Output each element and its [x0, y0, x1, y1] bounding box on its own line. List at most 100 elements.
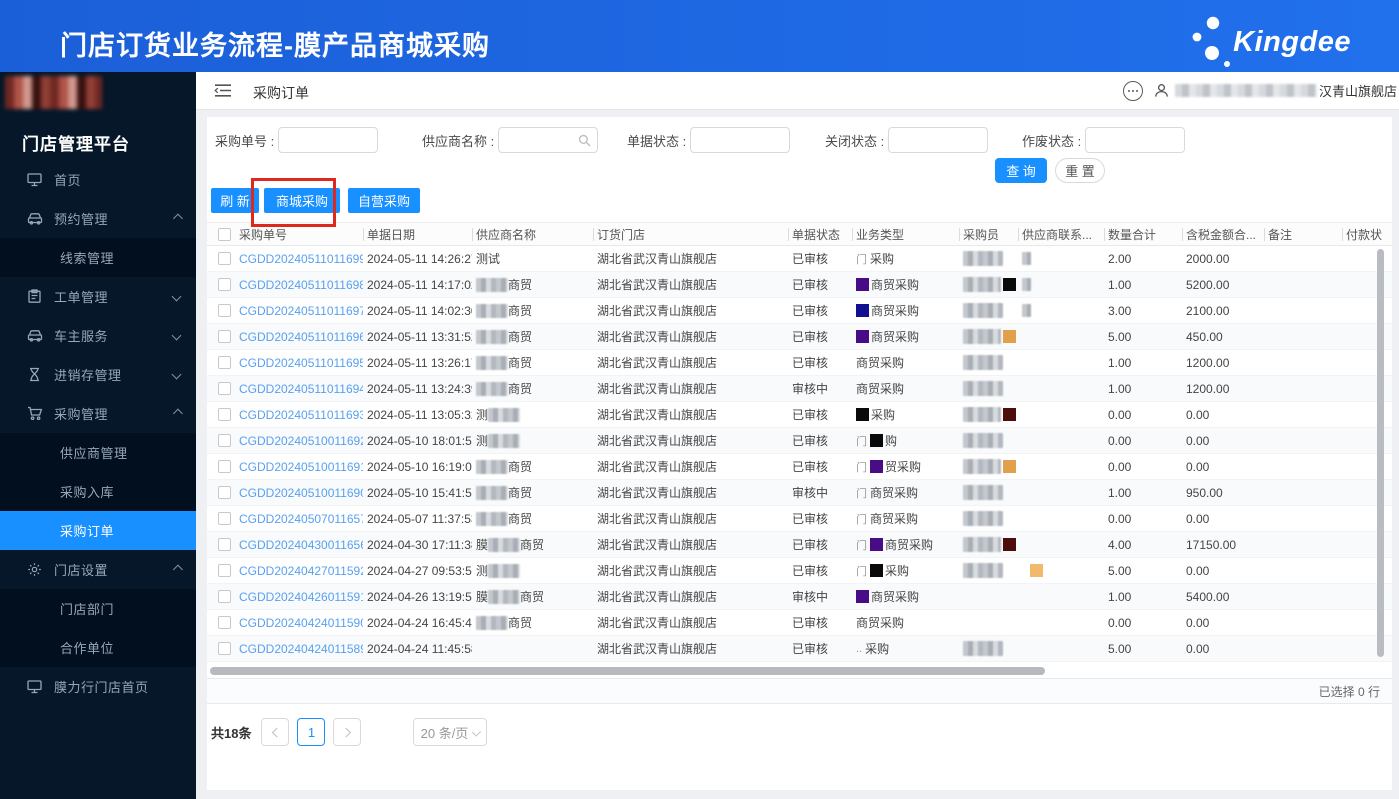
- order-number-link[interactable]: CGDD20240511011695: [239, 356, 363, 370]
- row-checkbox[interactable]: [218, 408, 231, 421]
- order-number-link[interactable]: CGDD20240511011699: [239, 252, 363, 266]
- supplier-contact: [1018, 532, 1104, 557]
- row-checkbox[interactable]: [218, 330, 231, 343]
- table-row: CGDD20240424011589 2024-04-24 11:45:58 湖北省…: [207, 636, 1392, 662]
- quantity-total: 1.00: [1108, 589, 1132, 604]
- row-checkbox[interactable]: [218, 642, 231, 655]
- menu-collapse-icon[interactable]: [214, 83, 232, 103]
- horizontal-scrollbar-thumb[interactable]: [210, 667, 1045, 675]
- sidebar-item-10[interactable]: 门店设置: [0, 550, 196, 589]
- row-checkbox[interactable]: [218, 304, 231, 317]
- order-number-link[interactable]: CGDD20240511011698: [239, 278, 363, 292]
- row-checkbox[interactable]: [218, 486, 231, 499]
- quantity-total: 1.00: [1108, 355, 1132, 370]
- order-number-link[interactable]: CGDD20240426011591: [239, 590, 363, 604]
- monitor-icon: [27, 172, 43, 188]
- row-checkbox[interactable]: [218, 564, 231, 577]
- select-all-checkbox[interactable]: [218, 227, 231, 241]
- payment-status: [1342, 532, 1392, 557]
- sidebar-subitem-2[interactable]: 线索管理: [0, 238, 196, 277]
- business-type: 商贸采购: [856, 616, 905, 630]
- filter-input-3[interactable]: [889, 128, 988, 152]
- tax-amount-total: 5400.00: [1186, 589, 1230, 604]
- column-header-2: 单据日期: [363, 223, 472, 245]
- sidebar-item-0[interactable]: 首页: [0, 160, 196, 199]
- remark: [1264, 454, 1342, 479]
- row-checkbox[interactable]: [218, 512, 231, 525]
- order-number-link[interactable]: CGDD20240511011693: [239, 408, 363, 422]
- order-date: 2024-05-11 14:26:27: [367, 251, 472, 266]
- business-type: 门购: [856, 434, 898, 448]
- self-purchase-button[interactable]: 自营采购: [348, 188, 420, 213]
- current-page-button[interactable]: 1: [297, 718, 326, 746]
- order-number-link[interactable]: CGDD20240430011656: [239, 538, 363, 552]
- prev-page-button[interactable]: [261, 718, 290, 746]
- row-checkbox[interactable]: [218, 278, 231, 291]
- filter-input-4[interactable]: [1086, 128, 1185, 152]
- vertical-scrollbar[interactable]: [1377, 249, 1384, 657]
- redacted-text-block: [963, 303, 1003, 318]
- message-icon[interactable]: [1123, 81, 1143, 101]
- order-date: 2024-04-24 16:45:45: [367, 615, 472, 630]
- sidebar-item-4[interactable]: 车主服务: [0, 316, 196, 355]
- supplier-contact: [1018, 610, 1104, 635]
- row-checkbox[interactable]: [218, 252, 231, 265]
- sidebar-item-3[interactable]: 工单管理: [0, 277, 196, 316]
- order-number-link[interactable]: CGDD20240510011692: [239, 434, 363, 448]
- filter-input-0[interactable]: [279, 128, 378, 152]
- order-status: 已审核: [792, 408, 829, 422]
- order-number-link[interactable]: CGDD20240507011657: [239, 512, 363, 526]
- row-checkbox[interactable]: [218, 434, 231, 447]
- order-number-link[interactable]: CGDD20240511011694: [239, 382, 363, 396]
- sidebar-item-6[interactable]: 采购管理: [0, 394, 196, 433]
- sidebar-subitem-8[interactable]: 采购入库: [0, 472, 196, 511]
- column-header-11: 备注: [1264, 223, 1342, 245]
- tax-amount-total: 17150.00: [1186, 537, 1237, 552]
- remark: [1264, 558, 1342, 583]
- sidebar-subitem-9[interactable]: 采购订单: [0, 511, 196, 550]
- order-number-link[interactable]: CGDD20240510011691: [239, 460, 363, 474]
- table-row: CGDD20240511011695 2024-05-11 13:26:17 商贸湖…: [207, 350, 1392, 376]
- query-button[interactable]: 查 询: [995, 158, 1047, 183]
- mall-purchase-button[interactable]: 商城采购: [264, 188, 340, 213]
- row-checkbox[interactable]: [218, 382, 231, 395]
- order-number-link[interactable]: CGDD20240511011696: [239, 330, 363, 344]
- sidebar-item-label: 采购管理: [54, 407, 109, 422]
- order-number-link[interactable]: CGDD20240424011589: [239, 642, 363, 656]
- page-size-select[interactable]: 20 条/页: [413, 718, 488, 746]
- filter-input-1[interactable]: [499, 128, 598, 152]
- order-number-link[interactable]: CGDD20240424011590: [239, 616, 363, 630]
- table-row: CGDD20240511011693 2024-05-11 13:05:32 测湖北…: [207, 402, 1392, 428]
- refresh-button[interactable]: 刷 新: [211, 188, 259, 213]
- redacted-color-block: [1003, 538, 1016, 551]
- row-checkbox[interactable]: [218, 538, 231, 551]
- row-checkbox[interactable]: [218, 460, 231, 473]
- sidebar-item-5[interactable]: 进销存管理: [0, 355, 196, 394]
- business-type: 门商贸采购: [856, 486, 919, 500]
- sidebar-item-13[interactable]: 膜力行门店首页: [0, 667, 196, 706]
- sidebar-subitem-12[interactable]: 合作单位: [0, 628, 196, 667]
- next-page-button[interactable]: [333, 718, 362, 746]
- order-number-link[interactable]: CGDD20240510011690: [239, 486, 363, 500]
- reset-button[interactable]: 重 置: [1055, 158, 1105, 183]
- row-checkbox[interactable]: [218, 616, 231, 629]
- row-checkbox[interactable]: [218, 356, 231, 369]
- sidebar-subitem-11[interactable]: 门店部门: [0, 589, 196, 628]
- user-name-redacted: [1175, 84, 1317, 97]
- filter-input-2[interactable]: [691, 128, 790, 152]
- order-number-link[interactable]: CGDD20240427011592: [239, 564, 363, 578]
- sidebar-item-1[interactable]: 预约管理: [0, 199, 196, 238]
- selected-rows-label: 已选择 0 行: [1318, 684, 1380, 699]
- payment-status: [1342, 558, 1392, 583]
- supplier-name: 商贸: [472, 350, 593, 375]
- order-store: 湖北省武汉青山旗舰店: [597, 486, 718, 500]
- quantity-total: 3.00: [1108, 303, 1132, 318]
- table-row: CGDD20240511011698 2024-05-11 14:17:02 商贸湖…: [207, 272, 1392, 298]
- buyer: [959, 610, 1018, 635]
- user-account[interactable]: 汉青山旗舰店: [1154, 81, 1397, 100]
- row-checkbox[interactable]: [218, 590, 231, 603]
- sidebar-subitem-7[interactable]: 供应商管理: [0, 433, 196, 472]
- supplier-contact: [1018, 376, 1104, 401]
- order-number-link[interactable]: CGDD20240511011697: [239, 304, 363, 318]
- supplier-name: 商贸: [472, 454, 593, 479]
